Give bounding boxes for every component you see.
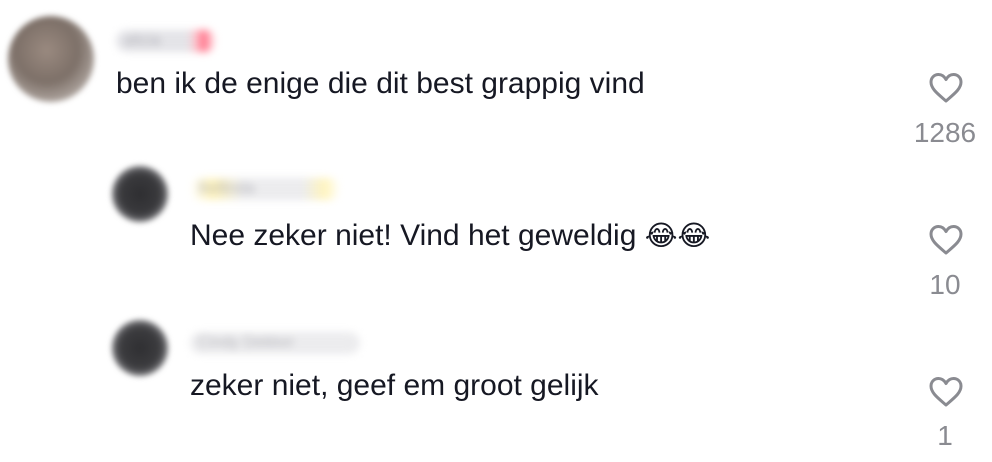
- like-count: 10: [929, 269, 961, 300]
- like-count: 1: [937, 420, 953, 451]
- comment-item: alicia ben ik de enige die dit best grap…: [0, 0, 992, 150]
- comment-text: ben ik de enige die dit best grappig vin…: [116, 67, 645, 100]
- heart-outline-icon[interactable]: [928, 224, 964, 256]
- like-count: 1286: [913, 117, 977, 148]
- username[interactable]: alicia: [116, 30, 216, 52]
- username[interactable]: Bellinda: [190, 178, 340, 200]
- avatar[interactable]: [112, 320, 168, 376]
- username[interactable]: Cindy Dekker: [190, 332, 360, 354]
- reply-item: Cindy Dekker zeker niet, geef em groot g…: [0, 300, 992, 462]
- reply-item: Bellinda Nee zeker niet! Vind het geweld…: [0, 150, 992, 300]
- comment-text-content: Nee zeker niet! Vind het geweldig: [190, 219, 637, 252]
- tears-of-joy-emoji: 😂😂: [644, 220, 711, 251]
- heart-outline-icon[interactable]: [928, 72, 964, 104]
- comment-text: zeker niet, geef em groot gelijk: [190, 369, 599, 402]
- avatar[interactable]: [112, 166, 168, 222]
- heart-outline-icon[interactable]: [928, 376, 964, 408]
- comment-text: Nee zeker niet! Vind het geweldig 😂😂: [190, 218, 710, 254]
- avatar[interactable]: [8, 16, 94, 102]
